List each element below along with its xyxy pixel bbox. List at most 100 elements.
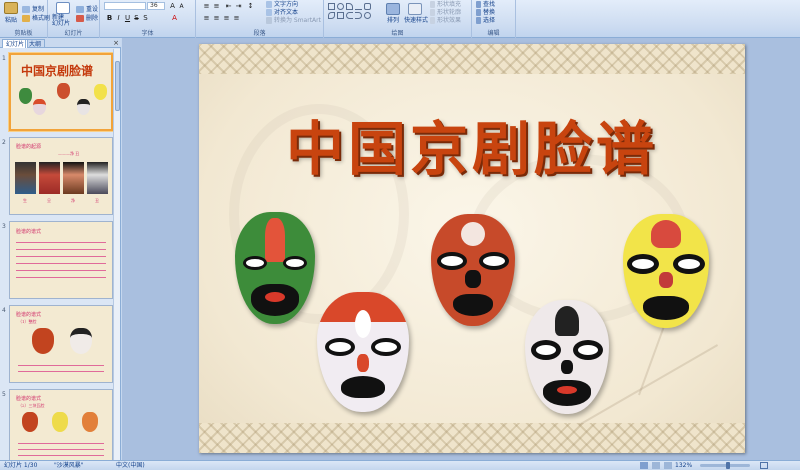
slide-canvas[interactable]: 中国京剧脸谱 xyxy=(199,44,745,453)
replace-button[interactable]: 替换 xyxy=(476,9,495,17)
arrange-button[interactable]: 排列 xyxy=(387,17,399,25)
red-opera-mask[interactable] xyxy=(431,214,515,326)
shape-oval-icon[interactable] xyxy=(337,3,344,10)
align-center-button[interactable]: ≡ xyxy=(212,14,221,23)
shadow-button[interactable]: S xyxy=(141,14,150,23)
shape-fill-button[interactable]: 形状填充 xyxy=(430,1,461,9)
shape-heart-icon[interactable] xyxy=(364,12,371,19)
shape-curve-icon[interactable] xyxy=(328,12,335,19)
justify-button[interactable]: ≡ xyxy=(232,14,241,23)
quick-styles-button[interactable]: 快速样式 xyxy=(404,17,428,25)
font-size-combo[interactable]: 36 xyxy=(147,2,165,10)
zoom-slider-knob[interactable] xyxy=(726,462,730,469)
zoom-slider[interactable] xyxy=(700,462,750,469)
shape-brace-icon[interactable] xyxy=(346,12,353,19)
align-right-button[interactable]: ≡ xyxy=(222,14,231,23)
mask-mouth xyxy=(643,296,689,320)
sorter-view-icon[interactable] xyxy=(652,462,660,469)
find-button[interactable]: 查找 xyxy=(476,1,495,9)
replace-label: 替换 xyxy=(483,9,496,16)
slide-title[interactable]: 中国京剧脸谱 xyxy=(199,102,745,186)
copy-label: 复制 xyxy=(32,6,45,13)
figure-caption: 丑 xyxy=(95,198,99,203)
align-text-label: 对齐文本 xyxy=(274,9,299,16)
underline-button[interactable]: U xyxy=(123,14,132,23)
smartart-button[interactable]: 转换为 SmartArt xyxy=(266,17,321,25)
zoom-level[interactable]: 132% xyxy=(675,461,692,470)
format-painter-button[interactable]: 格式刷 xyxy=(22,15,50,23)
text-direction-button[interactable]: 文字方向 xyxy=(266,1,298,9)
strikethrough-button[interactable]: S xyxy=(132,14,141,23)
copy-button[interactable]: 复制 xyxy=(22,6,44,14)
italic-button[interactable]: I xyxy=(114,14,123,23)
thumbnail-slide-5[interactable]: 脸谱的谱式 （2）三块瓦脸 xyxy=(9,389,113,460)
bullets-button[interactable]: ≡ xyxy=(202,2,211,11)
slides-group: 新建 幻灯片 重设 删除 幻灯片 xyxy=(48,0,100,38)
slideshow-view-icon[interactable] xyxy=(664,462,672,469)
quick-styles-icon[interactable] xyxy=(408,3,422,15)
arrange-icon[interactable] xyxy=(386,3,400,15)
thumbnail-scrollbar[interactable] xyxy=(113,49,120,460)
thumbnail-slide-4[interactable]: 脸谱的谱式 （1）整脸 xyxy=(9,305,113,383)
smartart-icon xyxy=(266,17,272,24)
mini-mask-white xyxy=(70,328,92,354)
shape-arrow-icon[interactable] xyxy=(364,3,371,10)
mask-eye xyxy=(283,256,307,270)
thumbnail-number: 2 xyxy=(2,139,6,146)
tab-outline[interactable]: 大纲 xyxy=(25,39,46,48)
shape-triangle-icon[interactable] xyxy=(346,3,353,10)
select-button[interactable]: 选择 xyxy=(476,17,495,25)
drawing-group-label: 绘图 xyxy=(391,30,404,37)
paragraph-group-label: 段落 xyxy=(253,30,266,37)
line-spacing-button[interactable]: ↕ xyxy=(246,2,255,11)
editing-group: 查找 替换 选择 编辑 xyxy=(472,0,516,38)
red-white-opera-mask[interactable] xyxy=(317,292,409,412)
figure-caption: 净 xyxy=(71,198,75,203)
normal-view-icon[interactable] xyxy=(640,462,648,469)
decrease-indent-button[interactable]: ⇤ xyxy=(224,2,233,11)
thumbnail-list: 1 中国京剧脸谱 2 脸谱的起源 ———净 丑 生 旦 净 丑 3 脸谱的谱式 xyxy=(0,49,114,460)
numbering-button[interactable]: ≡ xyxy=(212,2,221,11)
new-slide-icon[interactable] xyxy=(56,2,70,14)
figure-caption: 旦 xyxy=(47,198,51,203)
shape-star-icon[interactable] xyxy=(337,12,344,19)
bold-button[interactable]: B xyxy=(105,14,114,23)
font-color-button[interactable]: A xyxy=(170,14,179,23)
shrink-font-button[interactable]: A xyxy=(177,2,186,11)
shape-outline-button[interactable]: 形状轮廓 xyxy=(430,9,461,17)
align-left-button[interactable]: ≡ xyxy=(202,14,211,23)
align-text-icon xyxy=(266,9,272,16)
thumbnail-slide-1[interactable]: 中国京剧脸谱 xyxy=(9,53,113,131)
shape-bracket-icon[interactable] xyxy=(355,12,362,19)
mask-eye xyxy=(437,252,467,270)
paste-button[interactable]: 粘贴 xyxy=(5,17,17,25)
clipboard-group: 粘贴 复制 格式刷 剪贴板 xyxy=(0,0,50,38)
mini-mask-yellow xyxy=(94,84,107,100)
delete-button[interactable]: 删除 xyxy=(76,15,98,23)
reset-button[interactable]: 重设 xyxy=(76,6,98,14)
mask-forehead-pattern xyxy=(355,310,371,338)
shape-line-icon[interactable] xyxy=(355,3,362,10)
thumbnail-slide-3[interactable]: 脸谱的谱式 xyxy=(9,221,113,299)
thumbnail-subtitle: （2）三块瓦脸 xyxy=(18,403,45,408)
font-group: 36 A A B I U S S A 字体 xyxy=(100,0,196,38)
scrollbar-thumb[interactable] xyxy=(115,61,120,111)
paste-icon[interactable] xyxy=(4,2,18,14)
font-name-combo[interactable] xyxy=(104,2,146,10)
fit-to-window-icon[interactable] xyxy=(760,462,768,469)
thumbnail-slide-2[interactable]: 脸谱的起源 ———净 丑 生 旦 净 丑 xyxy=(9,137,113,215)
new-slide-button[interactable]: 新建 幻灯片 xyxy=(52,15,70,27)
thumbnail-number: 4 xyxy=(2,307,6,314)
increase-indent-button[interactable]: ⇥ xyxy=(234,2,243,11)
slide-editing-area: 中国京剧脸谱 xyxy=(122,38,800,460)
shape-rectangle-icon[interactable] xyxy=(328,3,335,10)
paragraph-group: ≡ ≡ ⇤ ⇥ ↕ 文字方向 ≡ ≡ ≡ ≡ 对齐文本 转换为 SmartArt… xyxy=(196,0,324,38)
close-panel-icon[interactable]: × xyxy=(113,39,119,47)
align-text-button[interactable]: 对齐文本 xyxy=(266,9,298,17)
language-indicator[interactable]: 中文(中国) xyxy=(116,461,145,470)
mask-eye xyxy=(673,254,705,274)
black-white-opera-mask[interactable] xyxy=(525,300,609,414)
clipboard-group-label: 剪贴板 xyxy=(14,30,33,37)
grow-font-button[interactable]: A xyxy=(168,2,177,11)
shape-effects-button[interactable]: 形状效果 xyxy=(430,17,461,25)
